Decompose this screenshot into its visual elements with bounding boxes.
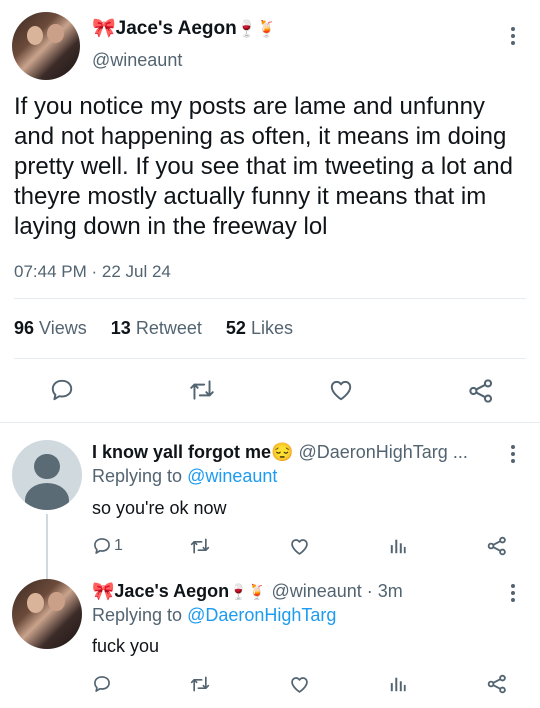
author-avatar[interactable]: [12, 12, 80, 80]
views-button[interactable]: [389, 675, 407, 693]
reply-header[interactable]: 🎀Jace's Aegon🍷🍹 @wineaunt · 3m: [92, 581, 403, 602]
like-icon: [291, 677, 308, 693]
tweet-text: If you notice my posts are lame and unfu…: [14, 93, 513, 240]
share-icon: [487, 674, 506, 694]
pensive-emoji: 😔: [271, 442, 294, 462]
tweet-timestamp: 07:44 PM · 22 Jul 24: [14, 262, 171, 281]
likes-stat[interactable]: 52 Likes: [226, 318, 293, 338]
retweet-icon: [190, 380, 214, 400]
views-icon: [390, 677, 406, 692]
reply-icon: [51, 379, 73, 401]
reply-button[interactable]: 1: [92, 536, 123, 556]
share-icon: [487, 536, 506, 556]
author-emoji-suffix: 🍷🍹: [236, 21, 277, 38]
reply-header[interactable]: I know yall forgot me😔 @DaeronHighTarg .…: [92, 442, 468, 463]
reply-author-name: I know yall forgot me: [92, 442, 272, 462]
thread-line: [46, 514, 48, 580]
reply-author-name: Jace's Aegon: [114, 581, 230, 601]
likes-count: 52: [225, 318, 246, 338]
likes-label: Likes: [250, 318, 293, 338]
author-handle[interactable]: @wineaunt: [92, 50, 182, 71]
more-icon[interactable]: [506, 445, 520, 463]
share-icon: [469, 379, 493, 403]
retweets-count: 13: [110, 318, 131, 338]
author-emoji-suffix: 🍷🍹: [229, 584, 267, 601]
replying-to-prefix: Replying to: [92, 605, 183, 625]
divider: [14, 358, 526, 359]
reply-text: fuck you: [92, 636, 160, 656]
reply-author-handle-time: @wineaunt · 3m: [271, 581, 403, 601]
retweet-button[interactable]: [188, 377, 216, 403]
reply-icon: [94, 538, 110, 554]
views-label: Views: [39, 318, 87, 338]
share-button[interactable]: [486, 535, 508, 557]
default-avatar-body: [24, 483, 70, 510]
divider: [14, 298, 526, 299]
share-button[interactable]: [467, 377, 495, 405]
replying-to-link[interactable]: @wineaunt: [187, 466, 277, 486]
retweet-button[interactable]: [189, 674, 211, 694]
default-avatar-head: [34, 454, 60, 480]
author-name: Jace's Aegon: [115, 18, 237, 39]
retweet-icon: [190, 538, 210, 554]
like-icon: [291, 539, 308, 555]
divider: [0, 422, 540, 423]
bow-emoji: 🎀: [92, 18, 116, 39]
like-icon: [330, 380, 352, 401]
reply-button[interactable]: [92, 674, 112, 694]
like-button[interactable]: [289, 674, 310, 695]
like-button[interactable]: [289, 536, 310, 557]
reply-button[interactable]: [49, 377, 75, 403]
views-icon: [390, 539, 406, 554]
retweets-label: Retweet: [135, 318, 202, 338]
more-icon[interactable]: [506, 584, 520, 602]
reply-count: 1: [114, 537, 123, 554]
retweets-stat[interactable]: 13 Retweet: [111, 318, 202, 338]
like-button[interactable]: [328, 377, 354, 403]
reply-text: so you're ok now: [92, 498, 227, 518]
replying-to-link[interactable]: @DaeronHighTarg: [187, 605, 336, 625]
replying-to-prefix: Replying to: [92, 466, 183, 486]
views-count: 96: [14, 318, 35, 338]
replying-to-line: Replying to @DaeronHighTarg: [92, 605, 336, 626]
views-stat[interactable]: 96 Views: [14, 318, 87, 338]
reply-author-handle: @DaeronHighTarg ...: [298, 442, 468, 462]
author-name-line[interactable]: 🎀Jace's Aegon🍷🍹: [92, 16, 277, 40]
retweet-button[interactable]: [189, 536, 211, 556]
share-button[interactable]: [486, 673, 508, 695]
retweet-icon: [190, 676, 210, 692]
reply-avatar[interactable]: [12, 440, 82, 510]
reply-icon: [94, 676, 110, 692]
views-button[interactable]: [389, 537, 407, 555]
bow-emoji: 🎀: [92, 581, 115, 601]
reply-avatar[interactable]: [12, 579, 82, 649]
tweet-stats: 96 Views 13 Retweet 52 Likes: [14, 318, 293, 339]
replying-to-line: Replying to @wineaunt: [92, 466, 277, 487]
more-icon[interactable]: [506, 27, 520, 45]
